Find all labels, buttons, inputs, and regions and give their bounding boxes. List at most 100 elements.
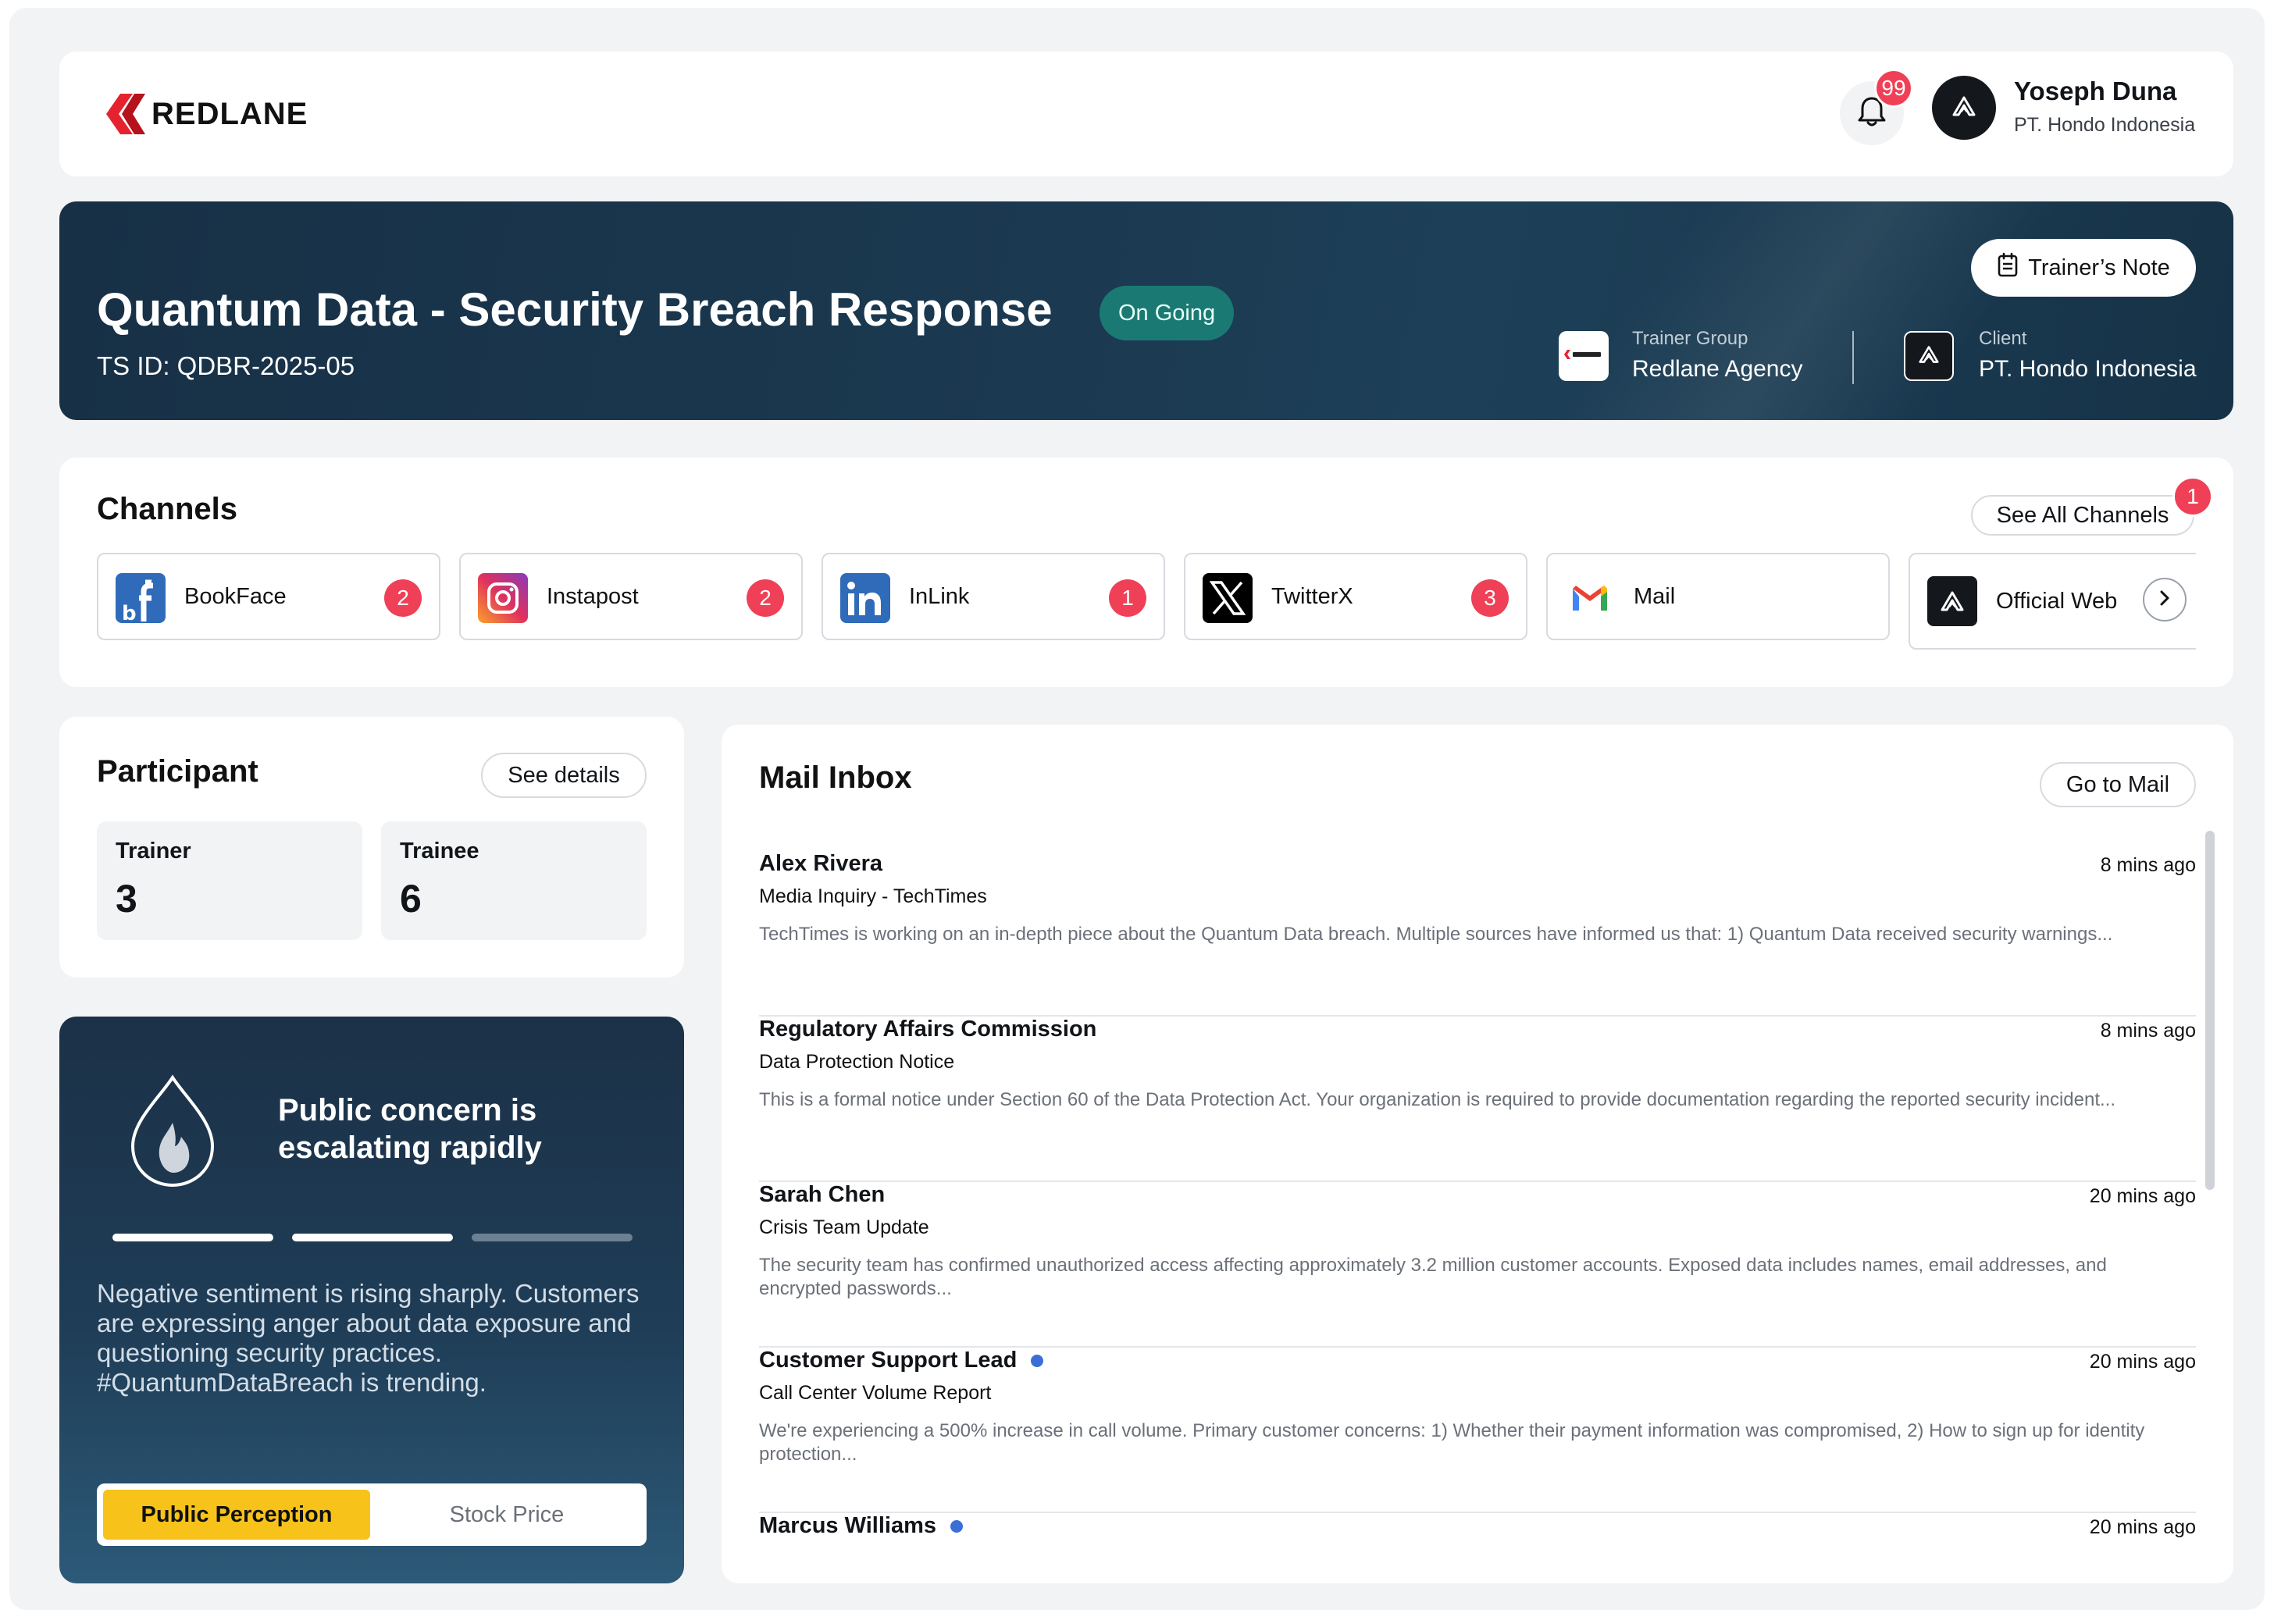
channel-list: b BookFace 2 Instapost 2 InLink 1 Twitte…	[97, 553, 2196, 651]
trainer-group-label: Trainer Group	[1632, 328, 1748, 349]
flame-drop-icon	[128, 1074, 217, 1188]
channel-mail[interactable]: Mail	[1546, 553, 1890, 640]
mail-preview: We're experiencing a 500% increase in ca…	[759, 1420, 2145, 1465]
trainer-count: 3	[116, 877, 137, 921]
trainers-note-label: Trainer’s Note	[2028, 255, 2170, 280]
tab-stock-price[interactable]: Stock Price	[373, 1490, 640, 1540]
session-title: Quantum Data - Security Breach Response	[97, 283, 1053, 336]
brand-logo[interactable]: REDLANE	[106, 89, 308, 139]
channels-panel: Channels See All Channels 1 b BookFace 2	[59, 458, 2233, 687]
redlane-logo-icon	[1564, 349, 1603, 364]
brand-name: REDLANE	[151, 96, 308, 131]
mail-sender: Alex Rivera	[759, 851, 882, 877]
mail-item[interactable]: Sarah Chen 20 mins ago Crisis Team Updat…	[759, 1182, 2196, 1348]
channel-unread-badge: 2	[747, 579, 784, 617]
alert-description: Negative sentiment is rising sharply. Cu…	[97, 1279, 640, 1397]
channel-instapost[interactable]: Instapost 2	[459, 553, 803, 640]
progress-step-2	[292, 1234, 453, 1241]
redlane-logo-icon	[106, 91, 147, 137]
client-logo	[1904, 331, 1954, 381]
channel-label: BookFace	[184, 584, 287, 609]
channel-label: InLink	[909, 584, 970, 609]
trainer-label: Trainer	[116, 839, 191, 864]
trainee-count-card: Trainee 6	[381, 821, 647, 940]
channel-inlink[interactable]: InLink 1	[822, 553, 1165, 640]
mail-subject: Media Inquiry - TechTimes	[759, 885, 987, 907]
user-name: Yoseph Duna	[2014, 77, 2177, 105]
notepad-icon	[1997, 252, 2019, 283]
status-badge: On Going	[1100, 286, 1235, 340]
alert-title: Public concern is escalating rapidly	[278, 1093, 542, 1165]
user-avatar[interactable]	[1932, 76, 1996, 140]
client-value: PT. Hondo Indonesia	[1979, 356, 2197, 382]
mail-item[interactable]: Regulatory Affairs Commission 8 mins ago…	[759, 1017, 2196, 1182]
go-to-mail-button[interactable]: Go to Mail	[2040, 762, 2196, 807]
channel-unread-badge: 3	[1471, 579, 1509, 617]
session-banner: Quantum Data - Security Breach Response …	[59, 201, 2233, 420]
mail-time: 8 mins ago	[2100, 854, 2196, 876]
mail-sender: Marcus Williams	[759, 1513, 963, 1539]
channel-label: Mail	[1634, 584, 1676, 609]
app-frame: REDLANE 99 Yoseph Duna PT. Hondo Indones…	[9, 8, 2265, 1610]
mail-subject: Call Center Volume Report	[759, 1382, 992, 1404]
trainer-count-card: Trainer 3	[97, 821, 362, 940]
instapost-icon	[478, 573, 528, 623]
sender-name: Alex Rivera	[759, 851, 882, 876]
mail-time: 20 mins ago	[2089, 1185, 2196, 1207]
session-id: TS ID: QDBR-2025-05	[97, 351, 355, 380]
banner-decoration	[1543, 201, 2233, 420]
sender-name: Marcus Williams	[759, 1513, 936, 1538]
mail-item[interactable]: Customer Support Lead 20 mins ago Call C…	[759, 1348, 2196, 1513]
inlink-icon	[840, 573, 890, 623]
mail-sender: Customer Support Lead	[759, 1348, 1044, 1373]
mail-scrollbar[interactable]	[2205, 831, 2215, 1190]
channel-label: TwitterX	[1271, 584, 1353, 609]
trainers-note-button[interactable]: Trainer’s Note	[1971, 239, 2196, 297]
see-all-channels-button[interactable]: See All Channels	[1971, 495, 2194, 536]
channel-bookface[interactable]: b BookFace 2	[97, 553, 440, 640]
trainer-group-value: Redlane Agency	[1632, 356, 1803, 382]
channels-next-button[interactable]	[2143, 578, 2187, 621]
top-bar: REDLANE 99 Yoseph Duna PT. Hondo Indones…	[59, 52, 2233, 176]
see-details-button[interactable]: See details	[481, 753, 647, 798]
channel-label: Official Web	[1996, 589, 2118, 614]
tab-public-perception[interactable]: Public Perception	[103, 1490, 370, 1540]
participant-panel: Participant See details Trainer 3 Traine…	[59, 717, 684, 978]
twitterx-icon	[1203, 573, 1253, 623]
user-organization: PT. Hondo Indonesia	[2014, 114, 2196, 136]
mail-sender: Sarah Chen	[759, 1182, 885, 1208]
mail-preview: TechTimes is working on an in-depth piec…	[759, 924, 2113, 945]
notification-count-badge: 99	[1874, 69, 1913, 108]
mail-item[interactable]: Alex Rivera 8 mins ago Media Inquiry - T…	[759, 851, 2196, 1017]
unread-indicator	[950, 1519, 963, 1533]
see-all-channels-badge: 1	[2172, 476, 2213, 517]
sender-name: Regulatory Affairs Commission	[759, 1017, 1097, 1042]
banner-divider	[1852, 331, 1854, 384]
sender-name: Sarah Chen	[759, 1182, 886, 1207]
trainee-count: 6	[400, 877, 422, 921]
channel-label: Instapost	[547, 584, 639, 609]
mail-subject: Crisis Team Update	[759, 1216, 929, 1238]
mail-sender: Regulatory Affairs Commission	[759, 1017, 1096, 1042]
mail-subject: Data Protection Notice	[759, 1051, 955, 1073]
mail-inbox-title: Mail Inbox	[759, 760, 912, 795]
unread-indicator	[1031, 1354, 1044, 1367]
channel-unread-badge: 2	[384, 579, 422, 617]
mail-time: 20 mins ago	[2089, 1516, 2196, 1538]
trainee-label: Trainee	[400, 839, 479, 864]
hondo-logo-icon	[1917, 344, 1941, 369]
channel-twitterx[interactable]: TwitterX 3	[1184, 553, 1527, 640]
mail-item[interactable]: Marcus Williams 20 mins ago	[759, 1513, 2196, 1583]
mail-time: 8 mins ago	[2100, 1020, 2196, 1042]
chevron-right-icon	[2157, 589, 2172, 611]
svg-text:b: b	[122, 602, 137, 623]
trainer-group-logo	[1559, 331, 1609, 381]
progress-step-1	[112, 1234, 273, 1241]
official-web-icon	[1927, 576, 1977, 626]
metric-toggle: Public Perception Stock Price	[97, 1483, 647, 1546]
participant-title: Participant	[97, 754, 258, 789]
channels-title: Channels	[97, 492, 238, 526]
mail-inbox-panel: Mail Inbox Go to Mail Alex Rivera 8 mins…	[722, 725, 2233, 1583]
sender-name: Customer Support Lead	[759, 1348, 1018, 1373]
sentiment-alert-card: Public concern is escalating rapidly Neg…	[59, 1017, 684, 1583]
